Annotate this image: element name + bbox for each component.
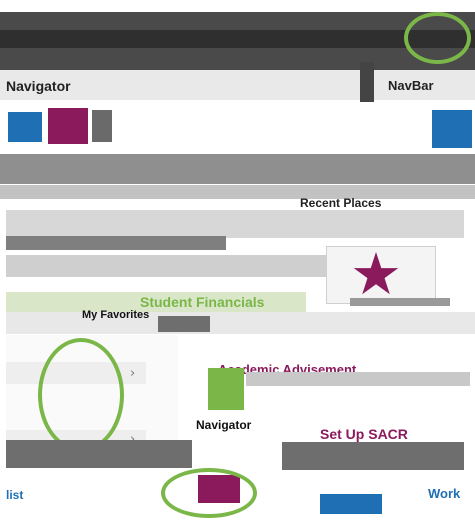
- star-tile-bar: [350, 298, 450, 306]
- chevron-right-icon: ›: [130, 366, 136, 381]
- setup-sacr-title[interactable]: Set Up SACR: [320, 426, 408, 442]
- academic-icon: [208, 368, 244, 410]
- academic-strip: [246, 372, 470, 386]
- navigator-tile-title[interactable]: Navigator: [196, 418, 251, 432]
- icon-block-2: [92, 110, 112, 142]
- recent-places-panel: [6, 210, 464, 238]
- footer-box: [320, 494, 382, 514]
- left-label-strip: [6, 236, 226, 250]
- grey-bar-line: [0, 185, 475, 199]
- menu-icon[interactable]: [8, 112, 42, 142]
- favorites-bar: [6, 312, 475, 334]
- bottom-panel-right: [282, 442, 464, 470]
- divider-bar: [360, 62, 374, 102]
- middle-strip: [6, 255, 326, 277]
- footer-left-label[interactable]: list: [6, 488, 23, 502]
- header-white-gap: [0, 0, 475, 12]
- navbar-highlight-ring: [404, 12, 471, 64]
- footer-right-label[interactable]: Work: [428, 486, 460, 501]
- my-favorites-title: My Favorites: [82, 309, 150, 321]
- navbar-label[interactable]: NavBar: [388, 78, 434, 93]
- navigator-panel-title: Navigator: [6, 78, 71, 94]
- grey-strip: [0, 154, 475, 184]
- bottom-highlight-ring: [161, 468, 257, 518]
- bottom-panel-left: [6, 440, 192, 468]
- student-financials-title[interactable]: Student Financials: [140, 294, 264, 310]
- icon-block-1: [48, 108, 88, 144]
- favorites-dark-bar: [158, 316, 210, 332]
- left-highlight-ring: [38, 338, 124, 452]
- icon-block-right[interactable]: [432, 110, 472, 148]
- recent-places-title: Recent Places: [300, 196, 382, 210]
